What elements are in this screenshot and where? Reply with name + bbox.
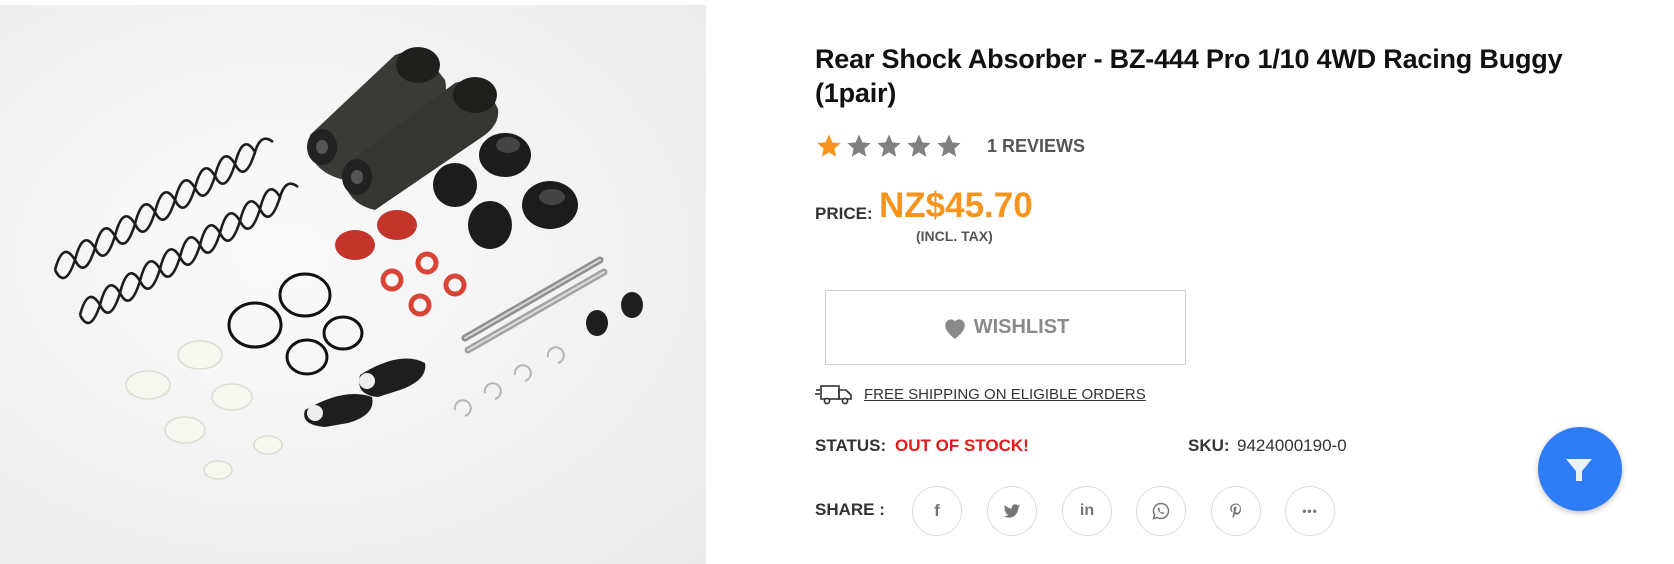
star-empty-icon[interactable]: [905, 132, 933, 160]
facebook-icon: f: [934, 501, 940, 520]
sku-label: SKU:: [1188, 436, 1230, 455]
price-label: PRICE:: [815, 204, 873, 223]
e-clip-graphic: [453, 346, 565, 417]
share-more-button[interactable]: •••: [1285, 486, 1335, 536]
linkedin-icon: in: [1079, 502, 1095, 519]
star-empty-icon[interactable]: [845, 132, 873, 160]
star-filled-icon[interactable]: [815, 132, 843, 160]
product-image[interactable]: [0, 5, 706, 564]
product-title: Rear Shock Absorber - BZ-444 Pro 1/10 4W…: [815, 44, 1563, 108]
wishlist-button[interactable]: WISHLIST: [825, 290, 1186, 365]
rating-row[interactable]: 1 REVIEWS: [815, 130, 1085, 162]
share-label: SHARE :: [815, 500, 885, 519]
share-twitter-button[interactable]: [987, 486, 1037, 536]
status-label: STATUS:: [815, 436, 887, 455]
tax-note: (INCL. TAX): [916, 228, 993, 244]
star-empty-icon[interactable]: [875, 132, 903, 160]
heart-icon: [944, 318, 965, 339]
chat-icon: [1566, 459, 1592, 481]
white-parts-graphic: [125, 340, 283, 480]
share-linkedin-button[interactable]: in: [1062, 486, 1112, 536]
chat-button[interactable]: [1538, 427, 1622, 511]
whatsapp-icon: [1152, 502, 1170, 520]
red-seal-graphic: [335, 210, 467, 317]
star-empty-icon[interactable]: [935, 132, 963, 160]
pinterest-icon: [1230, 503, 1241, 519]
star-rating[interactable]: [815, 132, 963, 160]
price-value: NZ$45.70: [879, 186, 1033, 225]
o-ring-graphic: [227, 272, 364, 376]
reviews-count[interactable]: 1 REVIEWS: [987, 136, 1085, 157]
wishlist-label: WISHLIST: [973, 316, 1070, 338]
stock-status: OUT OF STOCK!: [895, 436, 1029, 455]
free-shipping-link[interactable]: FREE SHIPPING ON ELIGIBLE ORDERS: [864, 386, 1146, 403]
ball-end-graphic: [304, 292, 643, 427]
truck-icon: [815, 385, 852, 405]
sku-value: 9424000190-0: [1237, 436, 1347, 455]
shock-absorber-parts-photo: [53, 47, 643, 480]
share-pinterest-button[interactable]: [1211, 486, 1261, 536]
share-whatsapp-button[interactable]: [1136, 486, 1186, 536]
more-icon: •••: [1302, 504, 1318, 518]
twitter-icon: [1003, 504, 1021, 518]
shaft-graphic: [461, 256, 608, 354]
share-facebook-button[interactable]: f: [912, 486, 962, 536]
shipping-info: FREE SHIPPING ON ELIGIBLE ORDERS: [815, 382, 1146, 406]
